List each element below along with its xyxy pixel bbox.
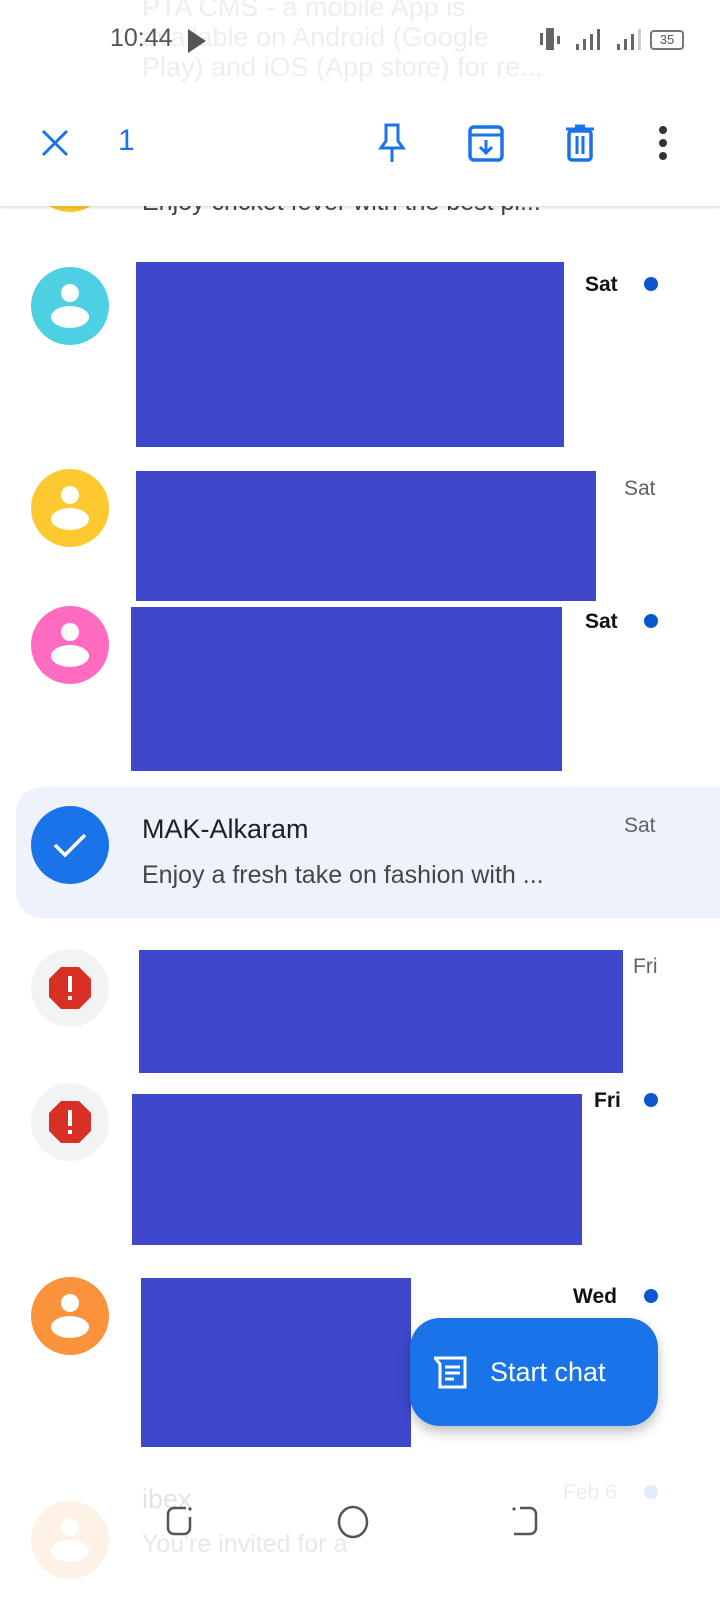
unread-dot xyxy=(644,1093,658,1107)
delete-button[interactable] xyxy=(555,118,605,168)
home-button[interactable] xyxy=(336,1505,370,1539)
person-icon xyxy=(51,1294,89,1338)
conversation-date: Sat xyxy=(624,814,656,837)
redacted-content xyxy=(141,1278,411,1447)
spam-avatar xyxy=(31,949,109,1027)
spam-avatar xyxy=(31,1083,109,1161)
avatar xyxy=(31,1501,109,1579)
unread-dot xyxy=(644,277,658,291)
archive-button[interactable] xyxy=(461,118,511,168)
avatar xyxy=(31,267,109,345)
person-icon xyxy=(51,623,89,667)
redacted-content xyxy=(139,950,623,1073)
selection-toolbar: 1 xyxy=(0,96,720,206)
status-icons: 35 xyxy=(540,28,684,50)
conversation-snippet: Enjoy a fresh take on fashion with ... xyxy=(142,861,544,889)
conversation-title: MAK-Alkaram xyxy=(142,814,309,844)
more-options-button[interactable] xyxy=(638,118,688,168)
delete-icon xyxy=(566,124,594,162)
redacted-content xyxy=(136,471,596,601)
person-icon xyxy=(51,486,89,530)
vibrate-icon xyxy=(540,28,560,50)
redacted-content xyxy=(131,607,562,771)
avatar xyxy=(31,606,109,684)
conversation-date: Feb 6 xyxy=(563,1481,617,1504)
recent-apps-button[interactable] xyxy=(166,1505,194,1537)
conversation-date: Sat xyxy=(585,273,618,296)
status-time: 10:44 xyxy=(110,24,173,52)
close-icon xyxy=(41,129,69,157)
redacted-content xyxy=(132,1094,582,1245)
signal-icon xyxy=(576,29,600,50)
unread-dot xyxy=(644,1485,658,1499)
redacted-content xyxy=(136,262,564,447)
start-chat-label: Start chat xyxy=(490,1356,606,1387)
spam-warning-icon xyxy=(49,967,91,1009)
avatar xyxy=(31,1277,109,1355)
conversation-date: Sat xyxy=(624,477,656,500)
unread-dot xyxy=(644,614,658,628)
play-store-icon xyxy=(188,29,206,53)
back-button[interactable] xyxy=(510,1505,540,1537)
person-icon xyxy=(51,284,89,328)
pin-icon xyxy=(378,123,406,162)
check-icon xyxy=(53,833,87,858)
start-chat-button[interactable]: Start chat xyxy=(410,1318,658,1426)
archive-icon xyxy=(468,125,504,162)
selected-check-avatar[interactable] xyxy=(31,806,109,884)
chat-icon xyxy=(434,1356,467,1389)
person-icon xyxy=(51,1518,89,1562)
conversation-date: Sat xyxy=(585,610,618,633)
more-vert-icon xyxy=(659,126,667,160)
conversation-date: Fri xyxy=(633,955,658,978)
unread-dot xyxy=(644,1289,658,1303)
avatar xyxy=(31,469,109,547)
conversation-date: Fri xyxy=(594,1089,621,1112)
close-selection-button[interactable] xyxy=(30,118,80,168)
battery-icon: 35 xyxy=(650,30,684,50)
spam-warning-icon xyxy=(49,1101,91,1143)
signal-icon-2 xyxy=(617,29,641,50)
selected-count: 1 xyxy=(118,124,135,157)
pin-button[interactable] xyxy=(367,118,417,168)
conversation-date: Wed xyxy=(573,1285,617,1308)
conversation-row-selected[interactable] xyxy=(16,787,720,918)
